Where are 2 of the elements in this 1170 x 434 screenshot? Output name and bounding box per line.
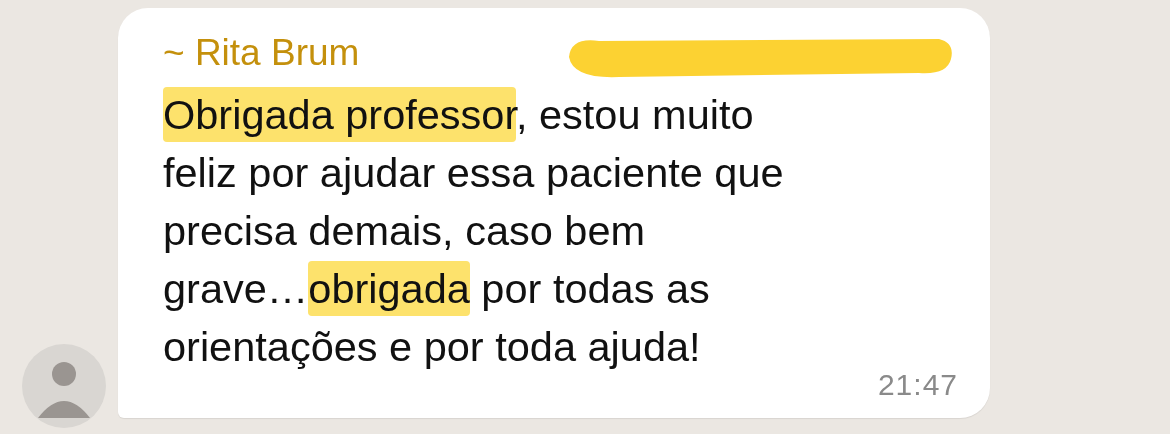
avatar-icon[interactable] (22, 344, 106, 428)
sender-name: ~ Rita Brum (163, 32, 360, 74)
